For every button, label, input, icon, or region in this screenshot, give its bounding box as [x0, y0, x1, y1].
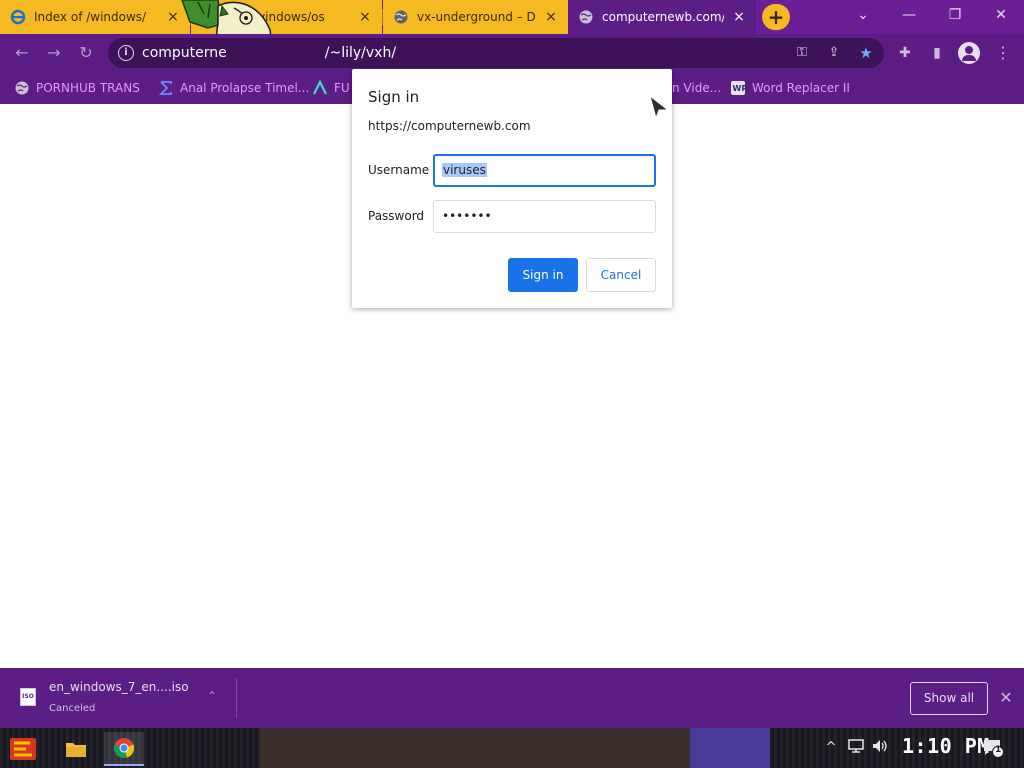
start-button[interactable] [8, 736, 38, 762]
network-icon[interactable] [846, 738, 866, 758]
download-status: Canceled [49, 703, 96, 714]
username-label: Username [368, 163, 430, 177]
chrome-icon[interactable] [104, 732, 144, 766]
site-info-icon[interactable]: i [118, 45, 134, 61]
bookmark-fu[interactable]: FU [312, 79, 350, 97]
minimize-button[interactable]: — [886, 0, 932, 32]
tab-search-dropdown-icon[interactable]: ⌄ [840, 0, 886, 32]
forward-button[interactable]: → [44, 43, 64, 63]
tab-title: Index of /windows/ [34, 10, 147, 24]
dialog-title: Sign in [368, 88, 420, 106]
close-window-button[interactable]: ✕ [978, 0, 1024, 32]
cancel-button[interactable]: Cancel [586, 258, 656, 292]
ie-icon [10, 9, 26, 25]
profile-avatar-icon[interactable] [958, 42, 980, 64]
address-bar[interactable]: i computerne /~lily/vxh/ ⚿ ⇪ ★ [108, 38, 884, 68]
bookmark-label: PORNHUB TRANS [36, 81, 140, 95]
sign-in-button[interactable]: Sign in [508, 258, 578, 292]
url-text[interactable]: computerne /~lily/vxh/ [142, 45, 396, 61]
volume-icon[interactable] [870, 738, 890, 758]
share-icon[interactable]: ⇪ [826, 45, 842, 61]
url-path: /~lily/vxh/ [324, 45, 397, 61]
file-explorer-icon[interactable] [56, 732, 96, 766]
bookmark-label: Anal Prolapse Timel... [180, 81, 310, 95]
bookmark-video[interactable]: n Vide... [672, 79, 721, 97]
globe-icon [14, 80, 30, 96]
url-host: computerne [142, 45, 227, 61]
tab-index-windows[interactable]: Index of /windows/ × [0, 0, 190, 34]
menu-icon[interactable]: ⋮ [994, 44, 1012, 62]
password-field[interactable]: ••••••• [433, 200, 656, 233]
iso-file-icon: ISO [20, 688, 36, 706]
globe-icon [578, 9, 594, 25]
tab-title: vx-underground – Dire [417, 10, 536, 24]
bookmark-label: Word Replacer II [752, 81, 850, 95]
bookmark-anal-prolapse[interactable]: Anal Prolapse Timel... [158, 79, 309, 97]
bookmark-pornhub-trans[interactable]: PORNHUB TRANS [14, 79, 140, 97]
username-field[interactable]: viruses [433, 154, 656, 187]
chevron-up-icon[interactable]: ⌃ [204, 688, 220, 704]
shelf-divider [236, 678, 237, 718]
notification-count: 1 [995, 745, 1002, 755]
browser-toolbar: ← → ↻ i computerne/~lily/vxh/ ⚿ ⇪ ★ ✚ ▮ … [0, 34, 1024, 72]
notification-icon[interactable]: 1 [982, 738, 1004, 758]
username-value: viruses [442, 163, 487, 177]
sigma-icon [158, 80, 174, 96]
taskbar-band [690, 728, 770, 768]
taskbar: ^ 1:10 PM 1 [0, 728, 1024, 768]
clock[interactable]: 1:10 PM [902, 734, 990, 758]
sign-in-dialog: Sign in https://computernewb.com Usernam… [352, 69, 672, 308]
tab-title: computernewb.com/~li [602, 10, 724, 24]
show-all-button[interactable]: Show all [910, 682, 988, 715]
side-panel-icon[interactable]: ▮ [928, 44, 946, 62]
download-shelf: ISO en_windows_7_en....iso Canceled ⌃ Sh… [0, 668, 1024, 728]
svg-text:WR: WR [733, 84, 747, 93]
wr-icon: WR [730, 80, 746, 96]
close-tab-icon[interactable]: × [732, 9, 746, 25]
bookmark-label: n Vide... [672, 81, 722, 95]
taskbar-band [260, 728, 700, 768]
download-file-name[interactable]: en_windows_7_en....iso [49, 680, 189, 694]
reload-button[interactable]: ↻ [76, 43, 96, 63]
new-tab-button[interactable]: + [762, 4, 790, 30]
bookmark-word-replacer[interactable]: WR Word Replacer II [730, 79, 850, 97]
dialog-origin: https://computernewb.com [368, 119, 531, 133]
globe-icon [393, 9, 409, 25]
password-value: ••••••• [442, 209, 492, 223]
close-tab-icon[interactable]: × [544, 9, 558, 25]
back-button[interactable]: ← [12, 43, 32, 63]
bookmark-label: FU [334, 81, 350, 95]
tab-vx-underground[interactable]: vx-underground – Dire × [383, 0, 568, 34]
tab-strip: Index of /windows/ × x of /windows/os × … [0, 0, 1024, 62]
restore-button[interactable]: ❐ [932, 0, 978, 32]
lambda-icon [312, 80, 328, 96]
extensions-icon[interactable]: ✚ [896, 44, 914, 62]
close-tab-icon[interactable]: × [358, 9, 372, 25]
bookmark-star-icon[interactable]: ★ [858, 45, 874, 61]
tray-overflow-icon[interactable]: ^ [824, 738, 838, 758]
close-shelf-icon[interactable]: ✕ [997, 689, 1015, 707]
password-label: Password [368, 209, 425, 223]
tab-computernewb[interactable]: computernewb.com/~li × [568, 0, 756, 34]
key-icon[interactable]: ⚿ [794, 45, 810, 61]
